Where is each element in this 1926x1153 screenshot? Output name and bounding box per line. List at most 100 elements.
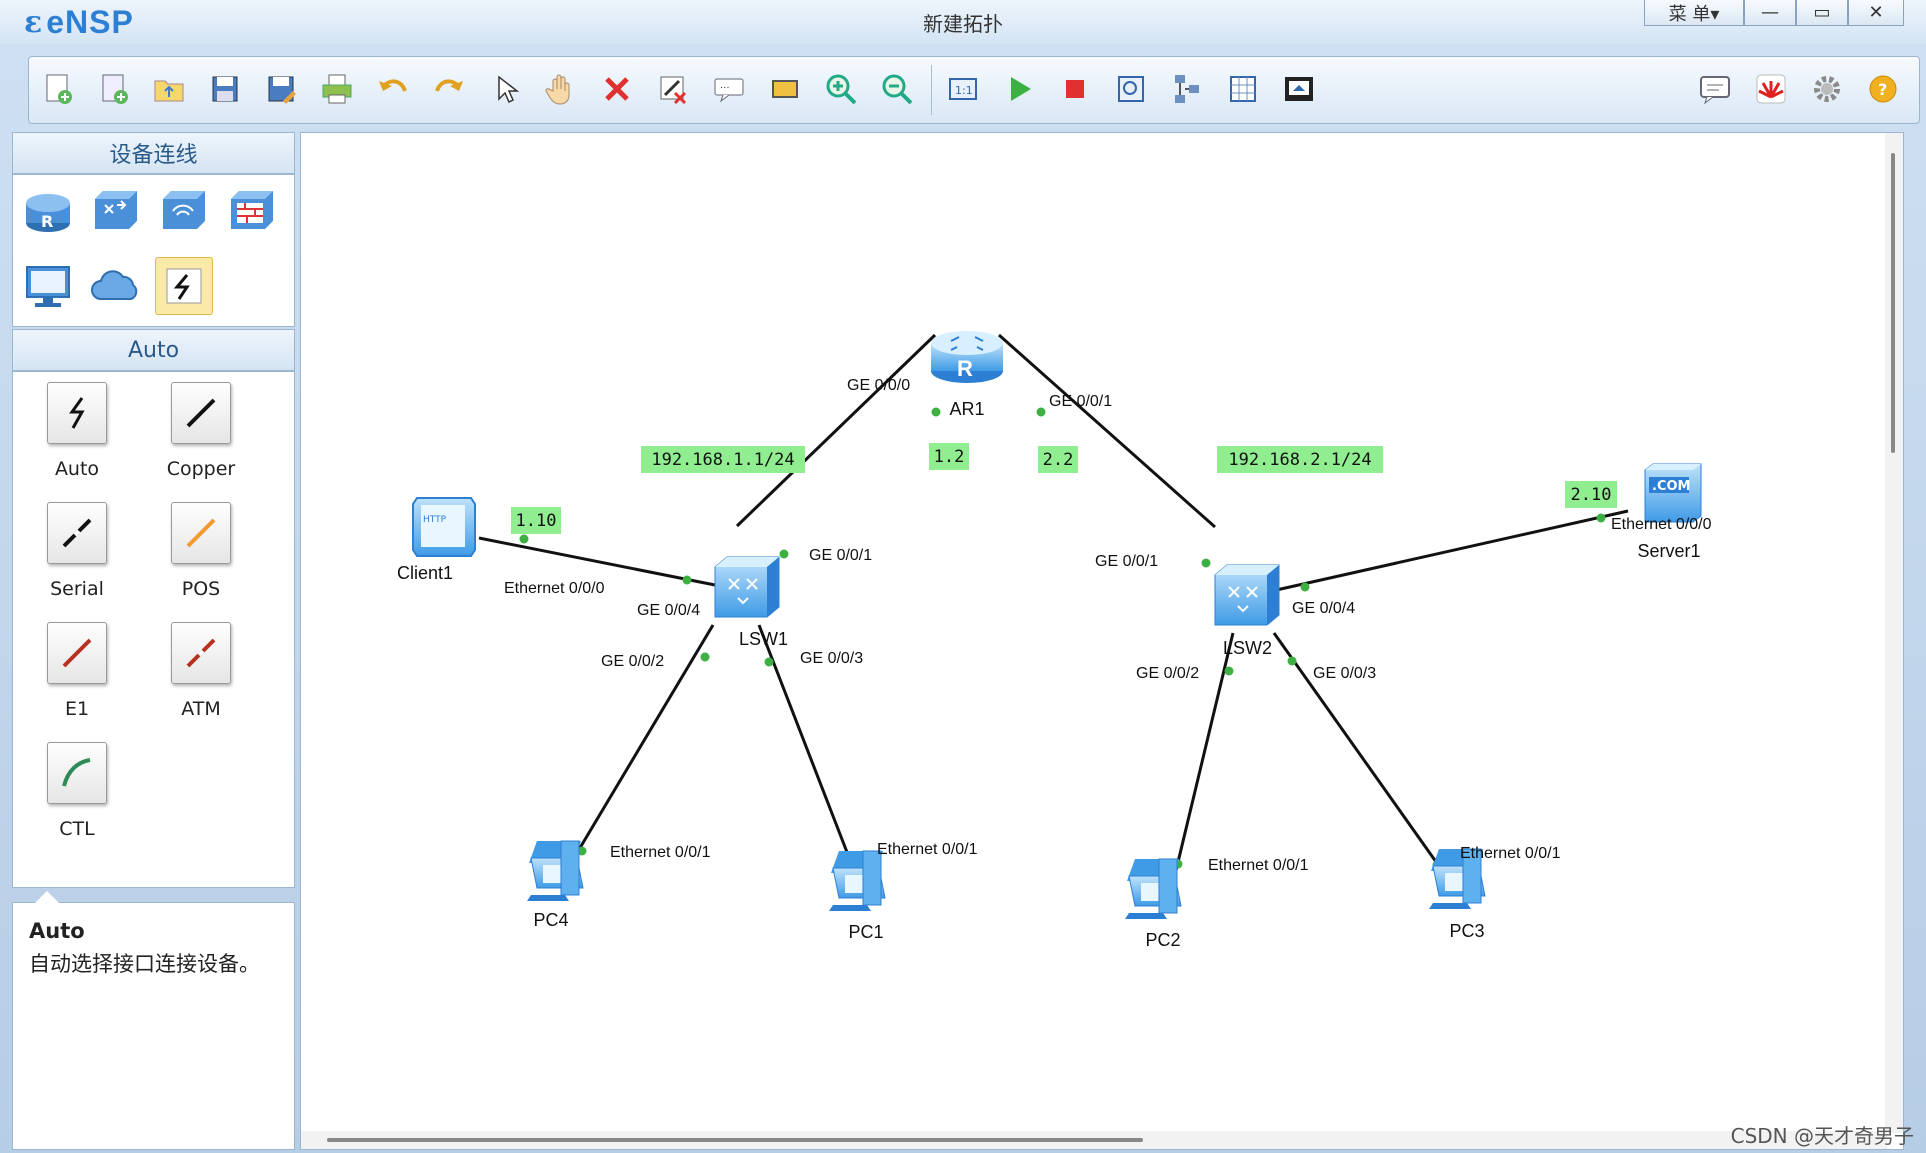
cable-ctl[interactable]: CTL: [19, 742, 129, 852]
pc-device[interactable]: [19, 257, 77, 315]
minimize-button[interactable]: —: [1744, 0, 1796, 26]
topology-button[interactable]: [1165, 67, 1209, 111]
screenshot-button[interactable]: [1277, 67, 1321, 111]
ip-note[interactable]: 1.2: [929, 443, 969, 470]
router-icon: R: [26, 194, 70, 232]
save-button[interactable]: [203, 67, 247, 111]
vertical-scrollbar[interactable]: [1885, 133, 1903, 1133]
switch-lsw2[interactable]: LSW2: [1214, 564, 1280, 658]
delete-button[interactable]: [595, 67, 639, 111]
rectangle-button[interactable]: [763, 67, 807, 111]
switch-lsw1[interactable]: LSW1: [714, 556, 788, 649]
ip-note[interactable]: 192.168.1.1/24: [641, 446, 805, 473]
new-example-icon: [102, 74, 128, 104]
settings-button[interactable]: [1805, 67, 1849, 111]
toolbar: ··· 1:1 ?: [28, 56, 1920, 124]
ip-note[interactable]: 2.10: [1565, 481, 1617, 508]
help-button[interactable]: ?: [1861, 67, 1905, 111]
text-note-button[interactable]: ···: [707, 67, 751, 111]
ip-note[interactable]: 1.10: [511, 507, 561, 534]
menu-button[interactable]: 菜 单▾: [1644, 0, 1744, 26]
maximize-icon: ▭: [1813, 2, 1831, 23]
horizontal-scrollbar[interactable]: [301, 1131, 1887, 1149]
start-device-button[interactable]: [997, 67, 1041, 111]
ip-note[interactable]: 2.2: [1038, 446, 1078, 473]
huawei-button[interactable]: [1749, 67, 1793, 111]
cloud-device[interactable]: [87, 257, 145, 315]
undo-button[interactable]: [371, 67, 415, 111]
switch-icon: [1214, 564, 1280, 626]
port-label: GE 0/0/3: [1313, 665, 1376, 682]
node-label: PC2: [1145, 930, 1180, 950]
huawei-icon: [1756, 74, 1786, 104]
description-title: Auto: [29, 919, 85, 943]
router-ar1[interactable]: R AR1: [931, 331, 1003, 419]
router-device[interactable]: R: [19, 181, 77, 239]
print-button[interactable]: [315, 67, 359, 111]
cable-label: POS: [181, 578, 221, 600]
delete-link-button[interactable]: [651, 67, 695, 111]
close-button[interactable]: ✕: [1848, 0, 1904, 26]
cable-pos[interactable]: POS: [143, 502, 253, 612]
new-topology-icon: [46, 74, 72, 104]
capture-button[interactable]: [1109, 67, 1153, 111]
connection-device[interactable]: [155, 257, 213, 315]
pc-pc1[interactable]: PC1: [829, 850, 886, 942]
new-topology-button[interactable]: [35, 67, 79, 111]
port-label: Ethernet 0/0/0: [504, 580, 605, 597]
ip-note[interactable]: 192.168.2.1/24: [1217, 446, 1383, 473]
capture-icon: [1118, 76, 1144, 102]
save-as-button[interactable]: [259, 67, 303, 111]
fit-button[interactable]: 1:1: [941, 67, 985, 111]
port-label: GE 0/0/1: [809, 547, 872, 564]
router-icon: R: [931, 331, 1003, 383]
pan-hand-button[interactable]: [539, 67, 583, 111]
maximize-button[interactable]: ▭: [1796, 0, 1848, 26]
pan-hand-icon: [545, 74, 570, 105]
client-client1[interactable]: HTTP Client1: [397, 497, 476, 583]
topology-diagram: R AR1 LSW1 LSW2 HTTP Client1 .COM Server…: [397, 331, 1712, 950]
chat-button[interactable]: [1693, 67, 1737, 111]
cable-atm[interactable]: ATM: [143, 622, 253, 732]
left-panel: 设备连线 R Auto Auto Copper Serial POS E1 AT…: [12, 132, 295, 1150]
wireless-icon: [163, 191, 205, 229]
select-pointer-button[interactable]: [483, 67, 527, 111]
link-server1-lsw2[interactable]: [1262, 509, 1629, 595]
link-ar1-lsw1[interactable]: [735, 333, 937, 528]
svg-text:1.2: 1.2: [934, 447, 965, 467]
description-panel: Auto 自动选择接口连接设备。: [12, 891, 295, 1150]
close-icon: ✕: [1868, 2, 1884, 23]
switch-device[interactable]: [87, 181, 145, 239]
pc-pc3[interactable]: PC3: [1429, 848, 1486, 941]
firewall-device[interactable]: [223, 181, 281, 239]
pc-pc2[interactable]: PC2: [1125, 858, 1182, 950]
svg-text:1.10: 1.10: [516, 511, 557, 531]
zoom-in-button[interactable]: [819, 67, 863, 111]
cable-e1[interactable]: E1: [19, 622, 129, 732]
settings-icon: [1814, 76, 1840, 102]
horizontal-scroll-thumb[interactable]: [327, 1138, 1143, 1142]
cable-auto[interactable]: Auto: [19, 382, 129, 492]
topology-canvas[interactable]: R AR1 LSW1 LSW2 HTTP Client1 .COM Server…: [300, 132, 1904, 1150]
server-server1[interactable]: .COM Server1: [1637, 463, 1702, 561]
svg-text:R: R: [41, 212, 53, 231]
cloud-icon: [91, 270, 138, 300]
cable-label: Copper: [166, 458, 236, 480]
text-note-icon: ···: [714, 78, 744, 103]
pc-pc4[interactable]: PC4: [527, 840, 584, 930]
ip-notes: 192.168.1.1/24 1.2 2.2 192.168.2.1/24 1.…: [511, 443, 1617, 534]
wireless-device[interactable]: [155, 181, 213, 239]
new-example-button[interactable]: [91, 67, 135, 111]
cable-label: Auto: [54, 458, 100, 480]
vertical-scroll-thumb[interactable]: [1891, 153, 1895, 453]
grid-button[interactable]: [1221, 67, 1265, 111]
stop-device-button[interactable]: [1053, 67, 1097, 111]
zoom-out-button[interactable]: [875, 67, 919, 111]
cable-serial[interactable]: Serial: [19, 502, 129, 612]
pc-icon: [527, 840, 584, 901]
link-ar1-lsw2[interactable]: [998, 333, 1216, 529]
open-button[interactable]: [147, 67, 191, 111]
minimize-icon: —: [1761, 2, 1779, 23]
cable-copper[interactable]: Copper: [143, 382, 253, 492]
redo-button[interactable]: [427, 67, 471, 111]
